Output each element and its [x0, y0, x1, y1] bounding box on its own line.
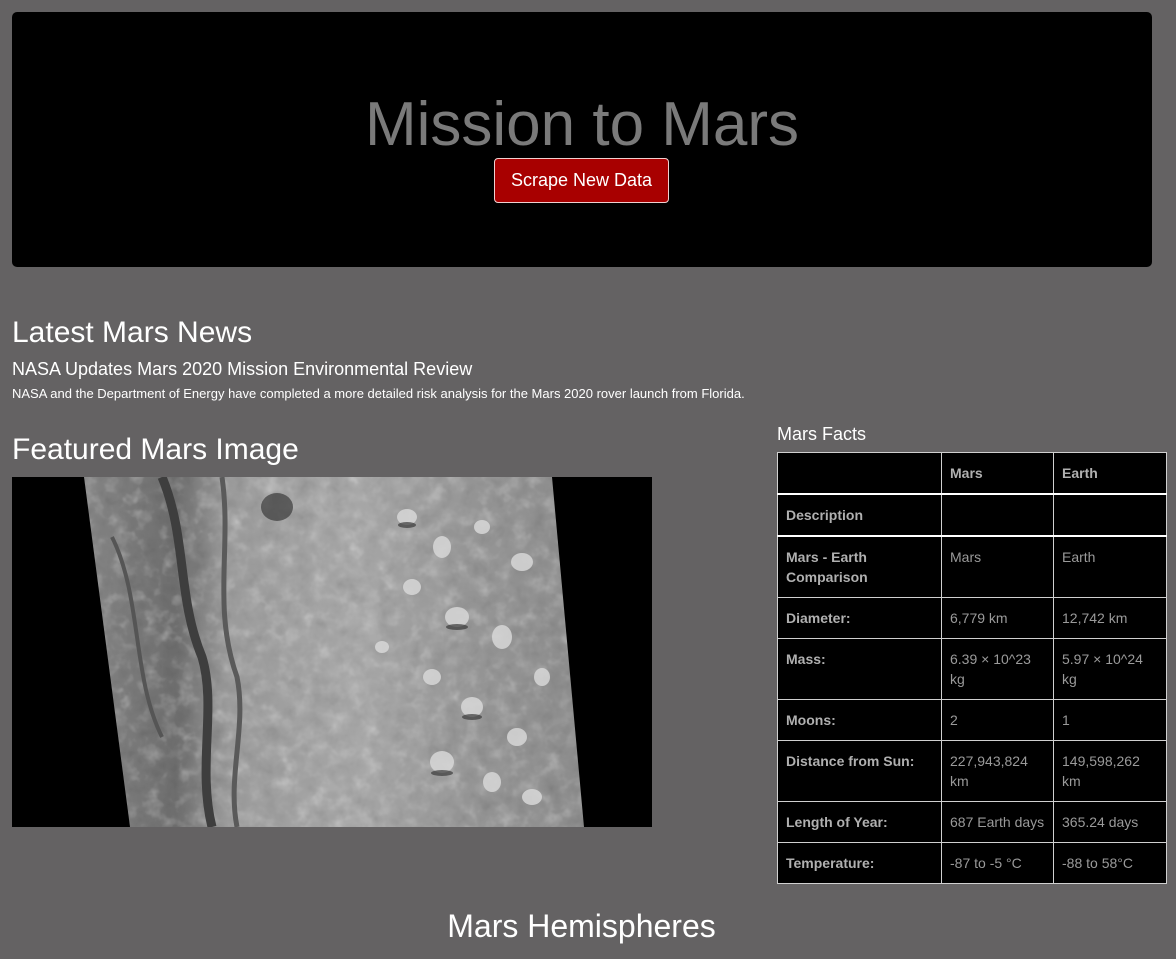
mars-value: 2 — [941, 699, 1054, 741]
mars-terrain-image — [12, 477, 652, 827]
table-row: Mass: 6.39 × 10^23 kg 5.97 × 10^24 kg — [777, 638, 1167, 700]
earth-value: Earth — [1053, 535, 1167, 598]
row-label: Temperature: — [777, 842, 942, 884]
earth-value: -88 to 58°C — [1053, 842, 1167, 884]
earth-value: 1 — [1053, 699, 1167, 741]
jumbotron: Mission to Mars Scrape New Data — [12, 12, 1152, 267]
featured-mars-image — [12, 477, 652, 827]
column-header-mars: Mars — [941, 452, 1054, 495]
earth-value — [1053, 493, 1167, 537]
row-label: Description — [777, 493, 942, 537]
earth-value: 12,742 km — [1053, 597, 1167, 639]
column-header-earth: Earth — [1053, 452, 1167, 495]
mars-value: 6,779 km — [941, 597, 1054, 639]
mars-facts-table: Mars Earth Description Mars - Earth Comp… — [777, 452, 1167, 884]
table-row: Description — [777, 493, 1167, 537]
earth-value: 365.24 days — [1053, 801, 1167, 843]
column-header-blank — [777, 452, 942, 495]
row-label: Mars - Earth Comparison — [777, 535, 942, 598]
table-row: Distance from Sun: 227,943,824 km 149,59… — [777, 740, 1167, 802]
row-label: Moons: — [777, 699, 942, 741]
mars-value: -87 to -5 °C — [941, 842, 1054, 884]
row-label: Distance from Sun: — [777, 740, 942, 802]
mars-value — [941, 493, 1054, 537]
scrape-new-data-button[interactable]: Scrape New Data — [494, 158, 669, 203]
news-paragraph: NASA and the Department of Energy have c… — [12, 386, 745, 401]
mars-value: 687 Earth days — [941, 801, 1054, 843]
row-label: Diameter: — [777, 597, 942, 639]
table-row: Moons: 2 1 — [777, 699, 1167, 741]
earth-value: 149,598,262 km — [1053, 740, 1167, 802]
mars-facts-heading: Mars Facts — [777, 424, 867, 444]
row-label: Mass: — [777, 638, 942, 700]
news-title: NASA Updates Mars 2020 Mission Environme… — [12, 359, 473, 379]
page-title: Mission to Mars — [364, 90, 800, 159]
latest-news-heading: Latest Mars News — [12, 316, 253, 349]
featured-image-heading: Featured Mars Image — [12, 433, 299, 466]
table-row: Diameter: 6,779 km 12,742 km — [777, 597, 1167, 639]
mars-hemispheres-heading: Mars Hemispheres — [447, 908, 716, 944]
table-row: Mars - Earth Comparison Mars Earth — [777, 535, 1167, 598]
table-row: Temperature: -87 to -5 °C -88 to 58°C — [777, 842, 1167, 884]
mars-value: 227,943,824 km — [941, 740, 1054, 802]
earth-value: 5.97 × 10^24 kg — [1053, 638, 1167, 700]
mars-value: Mars — [941, 535, 1054, 598]
mars-value: 6.39 × 10^23 kg — [941, 638, 1054, 700]
table-header-row: Mars Earth — [777, 452, 1167, 495]
table-row: Length of Year: 687 Earth days 365.24 da… — [777, 801, 1167, 843]
row-label: Length of Year: — [777, 801, 942, 843]
